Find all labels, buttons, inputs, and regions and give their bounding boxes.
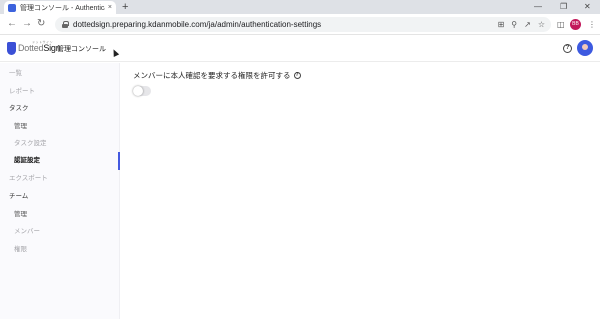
close-window-icon[interactable]: ✕	[584, 1, 591, 12]
sidebar-icon[interactable]: ◫	[557, 19, 565, 30]
setting-label-text: メンバーに本人確認を要求する権限を許可する	[133, 71, 291, 80]
star-icon[interactable]: ☆	[538, 19, 545, 30]
address-bar[interactable]: dottedsign.preparing.kdanmobile.com/ja/a…	[55, 17, 551, 32]
forward-arrow-icon[interactable]: →	[22, 18, 32, 30]
main-content: メンバーに本人確認を要求する権限を許可する ?	[121, 63, 600, 319]
tab-close-icon[interactable]: ×	[108, 4, 112, 11]
sidebar-item-task-manage[interactable]: 管理	[0, 119, 120, 135]
identity-verification-toggle[interactable]	[133, 86, 151, 96]
lock-icon[interactable]	[62, 21, 69, 28]
toggle-knob	[133, 86, 143, 96]
sidebar-section-task[interactable]: タスク	[0, 101, 120, 117]
logo-icon[interactable]	[7, 42, 16, 55]
sidebar-item-team-manage[interactable]: 管理	[0, 207, 120, 223]
browser-tab[interactable]: 管理コンソール - Authenticatio ×	[4, 1, 116, 14]
favicon-icon	[8, 3, 16, 12]
sidebar-item-report[interactable]: レポート	[0, 84, 120, 100]
restore-icon[interactable]: ❐	[560, 1, 567, 12]
sidebar-item-members[interactable]: メンバー	[0, 224, 120, 240]
sidebar-item-export[interactable]: エクスポート	[0, 171, 120, 187]
sidebar-item-task-settings[interactable]: タスク設定	[0, 136, 120, 152]
browser-toolbar: ← → ↻ dottedsign.preparing.kdanmobile.co…	[0, 14, 600, 35]
sidebar-item-overview[interactable]: 一覧	[0, 66, 120, 82]
app-header: ドットサイン DottedSign 管理コンソール ?	[0, 35, 600, 62]
new-tab-button[interactable]: +	[122, 1, 128, 13]
sidebar: 一覧 レポート タスク 管理 タスク設定 認証設定 エクスポート チーム 管理 …	[0, 63, 120, 319]
sidebar-item-permissions[interactable]: 権限	[0, 242, 120, 258]
url-text[interactable]: dottedsign.preparing.kdanmobile.com/ja/a…	[73, 20, 321, 29]
browser-tab-strip: 管理コンソール - Authenticatio × + — ❐ ✕	[0, 0, 600, 14]
share-icon[interactable]: ↗	[524, 19, 531, 30]
install-icon[interactable]: ⊞	[498, 19, 505, 30]
logo-text[interactable]: DottedSign	[18, 43, 61, 53]
avatar[interactable]	[577, 40, 593, 56]
back-arrow-icon[interactable]: ←	[7, 18, 17, 30]
tab-title: 管理コンソール - Authenticatio	[20, 4, 105, 12]
minimize-icon[interactable]: —	[534, 1, 542, 12]
sidebar-item-auth-settings[interactable]: 認証設定	[0, 153, 120, 169]
setting-label: メンバーに本人確認を要求する権限を許可する ?	[133, 70, 301, 81]
reload-icon[interactable]: ↻	[37, 18, 45, 30]
info-icon[interactable]: ?	[293, 72, 301, 79]
menu-dots-icon[interactable]: ⋮	[588, 19, 596, 30]
profile-badge[interactable]: BB	[570, 19, 581, 30]
help-icon[interactable]: ?	[563, 44, 572, 53]
sidebar-section-team[interactable]: チーム	[0, 189, 120, 205]
sidebar-active-indicator	[118, 152, 120, 170]
zoom-icon[interactable]: ⚲	[511, 19, 517, 30]
console-title: 管理コンソール	[57, 46, 106, 53]
